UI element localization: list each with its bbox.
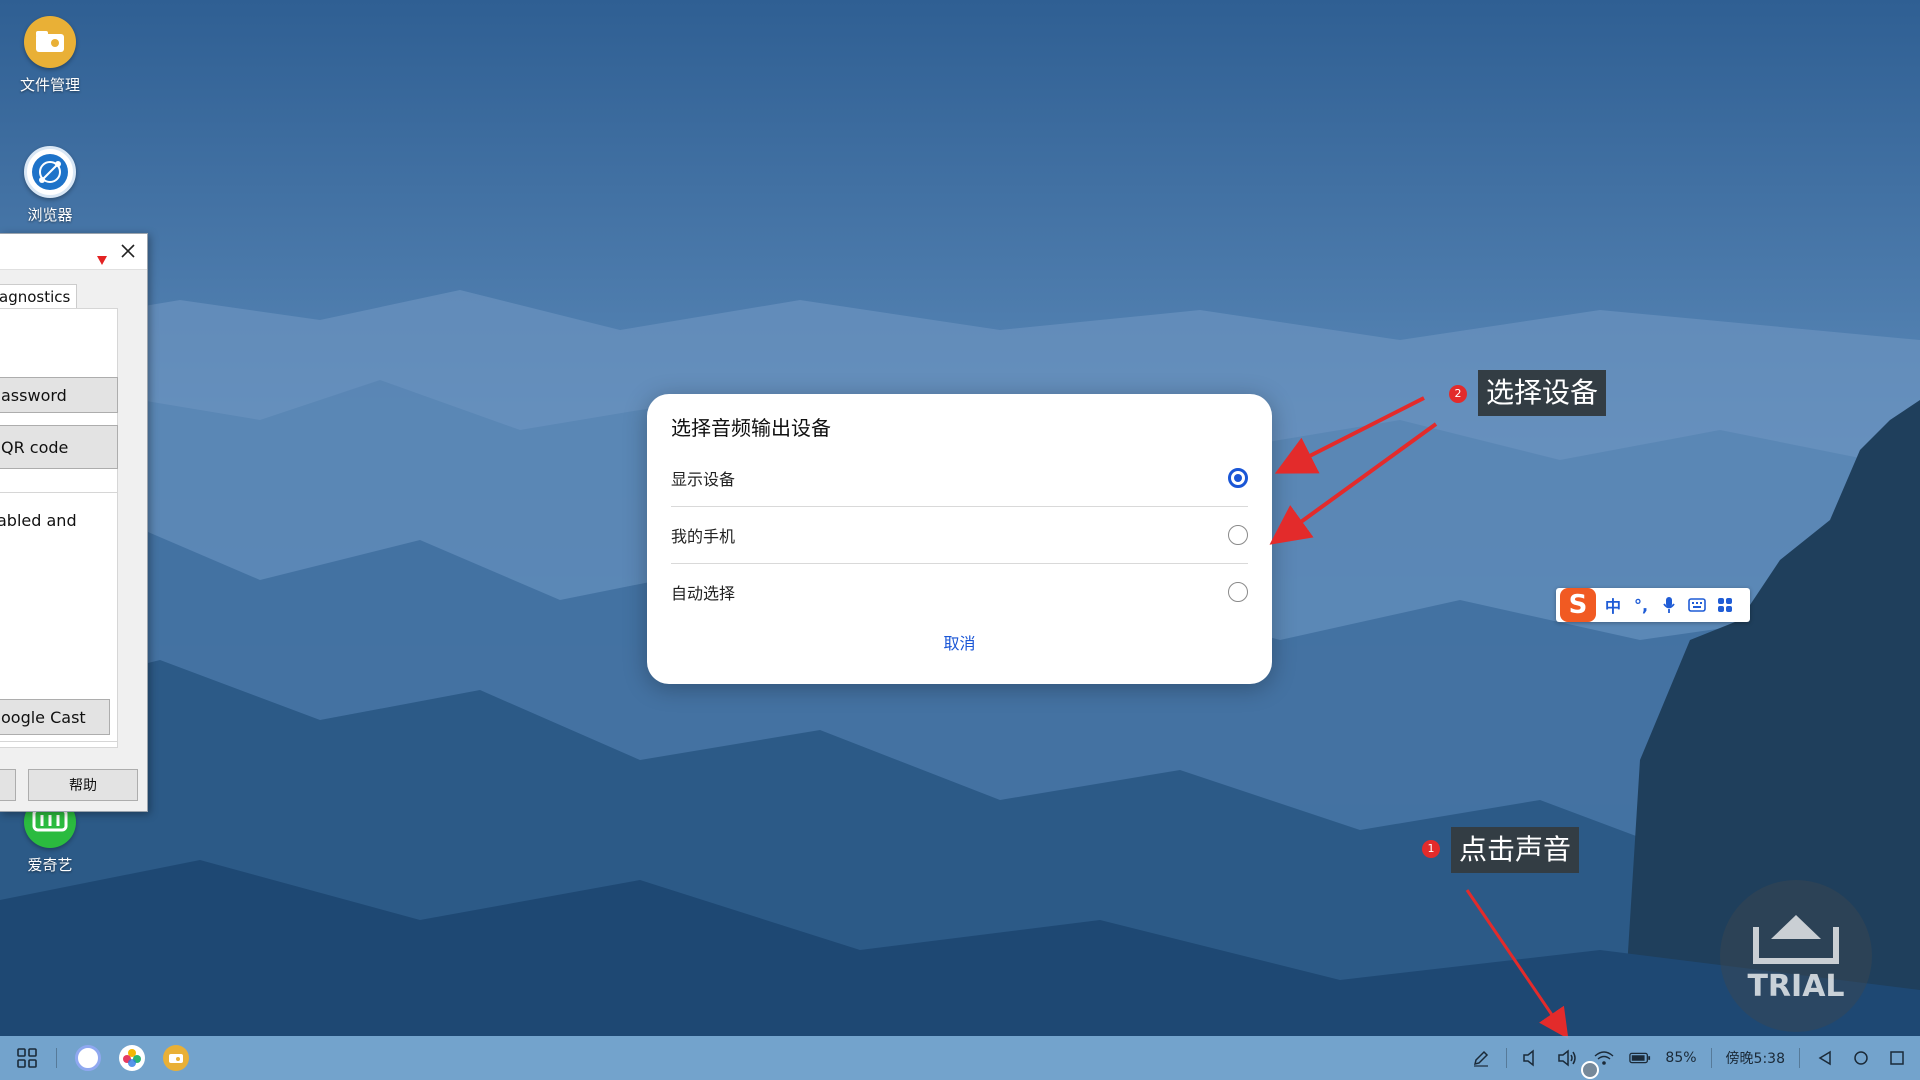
info-text: abled and bbox=[0, 511, 77, 530]
click-indicator bbox=[1581, 1061, 1599, 1079]
home-icon[interactable] bbox=[1850, 1047, 1872, 1069]
dialog-title: 选择音频输出设备 bbox=[671, 416, 831, 440]
clock[interactable]: 傍晚5:38 bbox=[1726, 1048, 1785, 1068]
qr-code-button[interactable]: QR code bbox=[0, 425, 118, 469]
audio-output-dialog: 选择音频输出设备 显示设备 我的手机 自动选择 取消 bbox=[647, 394, 1272, 684]
option-my-phone[interactable]: 我的手机 bbox=[671, 507, 1248, 563]
desktop-icon-label: 爱奇艺 bbox=[27, 856, 73, 874]
taskbar-separator bbox=[1506, 1048, 1508, 1068]
desktop-icon-label: 浏览器 bbox=[27, 206, 73, 224]
battery-percentage: 85% bbox=[1665, 1050, 1697, 1066]
file-manager-icon bbox=[24, 16, 76, 68]
watermark-text: TRIAL bbox=[1747, 968, 1845, 1004]
desktop-icon-label: 文件管理 bbox=[19, 76, 80, 94]
window-titlebar bbox=[0, 234, 147, 270]
google-cast-button[interactable]: oogle Cast bbox=[0, 699, 110, 735]
ime-chinese-mode[interactable]: 中 bbox=[1602, 594, 1624, 616]
option-label: 显示设备 bbox=[671, 470, 736, 489]
trial-logo-icon bbox=[1753, 914, 1839, 964]
partial-settings-window: agnostics assword QR code abled and oogl… bbox=[0, 233, 148, 812]
password-button[interactable]: assword bbox=[0, 377, 118, 413]
dropdown-arrow-icon[interactable] bbox=[97, 256, 107, 265]
desktop-icon-browser[interactable]: 浏览器 bbox=[0, 146, 100, 225]
annotation-number-2: 2 bbox=[1449, 385, 1467, 403]
file-manager-app-icon[interactable] bbox=[163, 1045, 189, 1071]
audio-output-icon[interactable] bbox=[1521, 1047, 1543, 1069]
back-icon[interactable] bbox=[1814, 1047, 1836, 1069]
tab-diagnostics[interactable]: agnostics bbox=[0, 284, 78, 309]
battery-icon[interactable] bbox=[1629, 1047, 1651, 1069]
partial-button[interactable] bbox=[0, 769, 16, 801]
annotation-number-1: 1 bbox=[1422, 840, 1440, 858]
option-auto-select[interactable]: 自动选择 bbox=[671, 564, 1248, 620]
close-icon[interactable] bbox=[117, 240, 139, 262]
taskbar: 85% 傍晚5:38 bbox=[0, 1036, 1920, 1080]
gallery-app-icon[interactable] bbox=[119, 1045, 145, 1071]
pen-icon[interactable] bbox=[1470, 1047, 1492, 1069]
annotation-select-device: 选择设备 bbox=[1478, 370, 1607, 416]
radio-button[interactable] bbox=[1228, 525, 1248, 545]
mic-icon[interactable] bbox=[1658, 594, 1680, 616]
qr-code-button-label: QR code bbox=[1, 437, 69, 457]
keyboard-icon[interactable] bbox=[1686, 594, 1708, 616]
cancel-button[interactable]: 取消 bbox=[647, 628, 1272, 660]
radio-button-selected[interactable] bbox=[1228, 468, 1248, 488]
browser-icon bbox=[24, 146, 76, 198]
desktop-icon-file-manager[interactable]: 文件管理 bbox=[0, 16, 100, 95]
ime-punctuation[interactable]: °, bbox=[1630, 594, 1652, 616]
help-button[interactable]: 帮助 bbox=[28, 769, 138, 801]
trial-watermark: TRIAL bbox=[1720, 880, 1872, 1032]
sogou-logo-icon[interactable]: S bbox=[1560, 588, 1596, 622]
radio-button[interactable] bbox=[1228, 582, 1248, 602]
option-label: 我的手机 bbox=[671, 527, 736, 546]
ime-toolbar[interactable]: S 中 °, bbox=[1556, 588, 1750, 622]
taskbar-separator bbox=[1710, 1048, 1712, 1068]
grid-icon[interactable] bbox=[1714, 594, 1736, 616]
taskbar-separator bbox=[1799, 1048, 1800, 1068]
option-label: 自动选择 bbox=[671, 584, 736, 603]
taskbar-separator bbox=[56, 1048, 57, 1068]
annotation-click-sound: 点击声音 bbox=[1451, 827, 1580, 873]
assistant-app-icon[interactable] bbox=[75, 1045, 101, 1071]
recents-icon[interactable] bbox=[1886, 1047, 1908, 1069]
volume-icon[interactable] bbox=[1557, 1047, 1579, 1069]
app-grid-icon[interactable] bbox=[16, 1047, 38, 1069]
option-display-device[interactable]: 显示设备 bbox=[671, 450, 1248, 506]
